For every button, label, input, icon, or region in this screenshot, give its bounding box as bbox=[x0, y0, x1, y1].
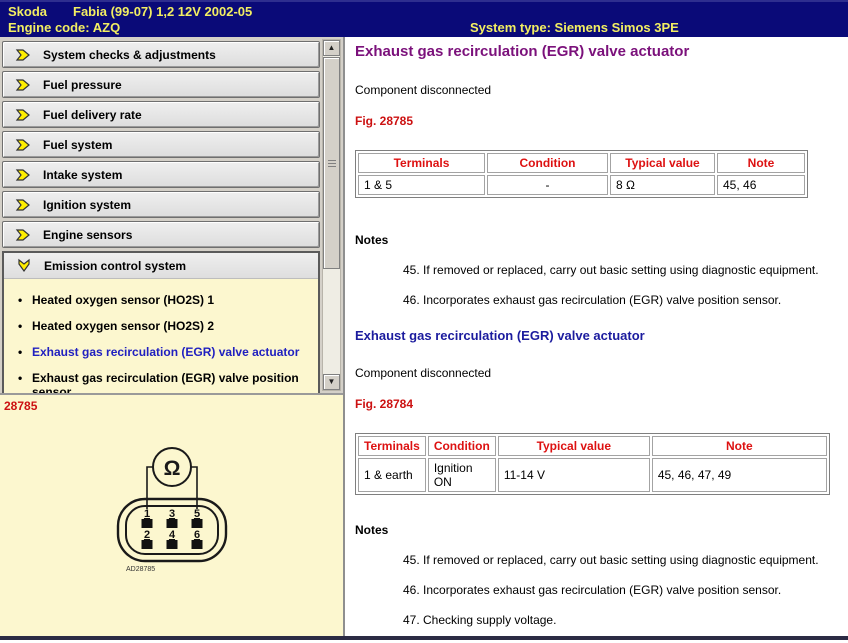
spec-table: Terminals Condition Typical value Note 1… bbox=[355, 150, 808, 198]
section-subtitle: Component disconnected bbox=[355, 366, 492, 380]
sidebar-item-label: Fuel system bbox=[43, 137, 113, 152]
pin-number: 4 bbox=[169, 529, 176, 541]
pin-number: 2 bbox=[144, 529, 150, 541]
scroll-up-button[interactable]: ▲ bbox=[323, 40, 340, 56]
sidebar-scrollbar[interactable]: ▲ ▼ bbox=[322, 39, 341, 391]
sidebar-menu: System checks & adjustments Fuel pressur… bbox=[0, 37, 343, 413]
window-bottom-edge bbox=[0, 636, 848, 640]
figure-number: 28785 bbox=[4, 399, 38, 413]
titlebar: Skoda Fabia (99-07) 1,2 12V 2002-05 Engin… bbox=[0, 0, 848, 37]
note-item: 47. Checking supply voltage. bbox=[403, 613, 557, 627]
col-header: Condition bbox=[427, 436, 496, 456]
ohmmeter-symbol: Ω bbox=[164, 457, 181, 480]
sidebar-menu-list: System checks & adjustments Fuel pressur… bbox=[2, 41, 320, 413]
vehicle-title: Skoda Fabia (99-07) 1,2 12V 2002-05 bbox=[8, 4, 252, 19]
pin-number: 6 bbox=[194, 529, 200, 541]
cell-note: 45, 46, 47, 49 bbox=[651, 458, 827, 492]
note-item: 45. If removed or replaced, carry out ba… bbox=[403, 263, 819, 277]
cell-note: 45, 46 bbox=[717, 175, 805, 195]
scrollbar-grip-icon bbox=[328, 160, 336, 167]
table-header-row: Terminals Condition Typical value Note bbox=[358, 436, 827, 456]
sidebar-subitem-egr-valve-actuator[interactable]: • Exhaust gas recirculation (EGR) valve … bbox=[4, 339, 312, 365]
sidebar-item-emission-control[interactable]: Emission control system bbox=[4, 253, 318, 279]
sidebar-subitems: • Heated oxygen sensor (HO2S) 1 • Heated… bbox=[4, 279, 318, 411]
notes-title: Notes bbox=[355, 523, 389, 537]
pin-number: 1 bbox=[144, 508, 150, 520]
content-row: System checks & adjustments Fuel pressur… bbox=[0, 37, 848, 636]
sidebar-item-label: Engine sensors bbox=[43, 227, 133, 242]
vehicle-model: Fabia (99-07) 1,2 12V 2002-05 bbox=[73, 4, 253, 19]
sidebar-item-ignition-system[interactable]: Ignition system bbox=[2, 191, 320, 218]
cell-typical-value: 11-14 V bbox=[497, 458, 650, 492]
cell-typical-value: 8 Ω bbox=[610, 175, 715, 195]
arrow-right-icon bbox=[15, 198, 30, 211]
col-header: Typical value bbox=[497, 436, 650, 456]
sidebar-item-label: Intake system bbox=[43, 167, 123, 182]
col-header: Note bbox=[651, 436, 827, 456]
sidebar-item-engine-sensors[interactable]: Engine sensors bbox=[2, 221, 320, 248]
sidebar-item-fuel-system[interactable]: Fuel system bbox=[2, 131, 320, 158]
bullet-icon: • bbox=[18, 345, 23, 359]
sidebar-item-label: Fuel delivery rate bbox=[43, 107, 142, 122]
col-header: Note bbox=[717, 153, 805, 173]
pin-number: 5 bbox=[194, 508, 200, 520]
bullet-icon: • bbox=[18, 293, 23, 307]
arrow-right-icon bbox=[15, 78, 30, 91]
sidebar-item-intake-system[interactable]: Intake system bbox=[2, 161, 320, 188]
section-title: Exhaust gas recirculation (EGR) valve ac… bbox=[355, 43, 690, 60]
sidebar-group-emission-control: Emission control system • Heated oxygen … bbox=[2, 251, 320, 413]
subitem-label: Exhaust gas recirculation (EGR) valve ac… bbox=[32, 345, 300, 359]
col-header: Terminals bbox=[358, 153, 485, 173]
figure-panel: 28785 Ω 1 3 5 2 4 6 AD28785 bbox=[0, 393, 343, 636]
bullet-icon: • bbox=[18, 319, 23, 333]
arrow-right-icon bbox=[15, 228, 30, 241]
vehicle-brand: Skoda bbox=[8, 4, 48, 19]
arrow-right-icon bbox=[15, 168, 30, 181]
connector-diagram: Ω 1 3 5 2 4 6 AD28785 bbox=[116, 447, 228, 573]
notes-title: Notes bbox=[355, 233, 389, 247]
figure-caption: AD28785 bbox=[126, 566, 155, 573]
table-row: 1 & earth Ignition ON 11-14 V 45, 46, 47… bbox=[358, 458, 827, 492]
figure-reference: Fig. 28784 bbox=[355, 397, 414, 411]
main-content: Exhaust gas recirculation (EGR) valve ac… bbox=[343, 37, 848, 636]
sidebar-item-label: Fuel pressure bbox=[43, 77, 122, 92]
system-type: System type: Siemens Simos 3PE bbox=[470, 20, 679, 35]
arrow-right-icon bbox=[15, 48, 30, 61]
sidebar-item-fuel-delivery-rate[interactable]: Fuel delivery rate bbox=[2, 101, 320, 128]
figure-reference: Fig. 28785 bbox=[355, 114, 414, 128]
cell-terminals: 1 & 5 bbox=[358, 175, 485, 195]
sidebar-item-label: Emission control system bbox=[44, 258, 187, 273]
scrollbar-thumb[interactable] bbox=[323, 57, 340, 269]
col-header: Terminals bbox=[358, 436, 426, 456]
note-item: 46. Incorporates exhaust gas recirculati… bbox=[403, 293, 782, 307]
arrow-right-icon bbox=[15, 138, 30, 151]
note-item: 46. Incorporates exhaust gas recirculati… bbox=[403, 583, 782, 597]
subitem-label: Heated oxygen sensor (HO2S) 2 bbox=[32, 319, 215, 333]
cell-terminals: 1 & earth bbox=[358, 458, 426, 492]
subitem-label: Heated oxygen sensor (HO2S) 1 bbox=[32, 293, 215, 307]
sidebar-item-system-checks[interactable]: System checks & adjustments bbox=[2, 41, 320, 68]
sidebar: System checks & adjustments Fuel pressur… bbox=[0, 37, 343, 636]
section-subtitle: Component disconnected bbox=[355, 83, 492, 97]
arrow-right-icon bbox=[15, 108, 30, 121]
sidebar-subitem-ho2s-1[interactable]: • Heated oxygen sensor (HO2S) 1 bbox=[4, 287, 312, 313]
scroll-down-button[interactable]: ▼ bbox=[323, 374, 340, 390]
col-header: Typical value bbox=[610, 153, 715, 173]
cell-condition: Ignition ON bbox=[427, 458, 496, 492]
sidebar-item-label: System checks & adjustments bbox=[43, 47, 216, 62]
table-header-row: Terminals Condition Typical value Note bbox=[358, 153, 805, 173]
col-header: Condition bbox=[487, 153, 608, 173]
sidebar-subitem-ho2s-2[interactable]: • Heated oxygen sensor (HO2S) 2 bbox=[4, 313, 312, 339]
engine-code: Engine code: AZQ bbox=[8, 20, 121, 35]
table-row: 1 & 5 - 8 Ω 45, 46 bbox=[358, 175, 805, 195]
app-window: Skoda Fabia (99-07) 1,2 12V 2002-05 Engin… bbox=[0, 0, 848, 643]
note-item: 45. If removed or replaced, carry out ba… bbox=[403, 553, 819, 567]
arrow-down-icon bbox=[18, 258, 30, 272]
pin-number: 3 bbox=[169, 508, 175, 520]
sidebar-item-label: Ignition system bbox=[43, 197, 132, 212]
section-title: Exhaust gas recirculation (EGR) valve ac… bbox=[355, 328, 645, 343]
sidebar-item-fuel-pressure[interactable]: Fuel pressure bbox=[2, 71, 320, 98]
spec-table: Terminals Condition Typical value Note 1… bbox=[355, 433, 830, 495]
cell-condition: - bbox=[487, 175, 608, 195]
